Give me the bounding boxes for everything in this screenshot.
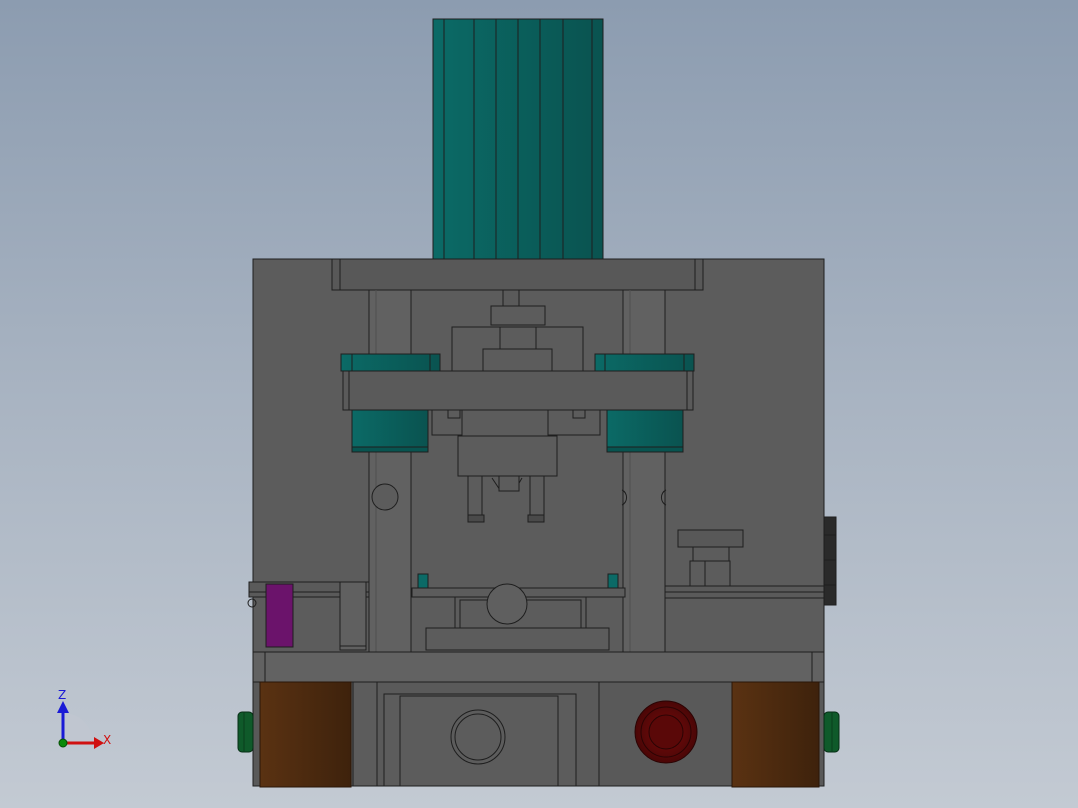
die-roller[interactable] (486, 583, 528, 625)
triad-quadrant (63, 713, 93, 743)
cad-viewport[interactable]: Z X (0, 0, 1078, 808)
bolt-head-left (371, 483, 399, 511)
left-support (339, 581, 367, 651)
brown-block-left (259, 681, 352, 788)
cross-beam[interactable] (342, 370, 694, 411)
teal-clamp-right[interactable] (594, 353, 695, 372)
guide-post-right (622, 289, 666, 653)
top-actuator-column[interactable] (432, 18, 604, 260)
teal-bushing-right (606, 409, 684, 453)
purple-block[interactable] (265, 583, 294, 648)
coordinate-triad: Z X (57, 688, 111, 749)
base-plate[interactable] (252, 651, 825, 683)
teal-clamp-left[interactable] (340, 353, 441, 372)
triad-origin (58, 738, 68, 748)
green-connector-left (237, 711, 254, 753)
guide-post-left (368, 289, 412, 653)
teal-bushing-left (351, 409, 429, 453)
x-axis-label: X (103, 733, 111, 747)
center-port[interactable] (450, 709, 506, 765)
right-rail (664, 585, 825, 599)
brown-block-right (731, 681, 820, 788)
teal-pin-right (607, 573, 619, 589)
z-axis-arrow (57, 701, 69, 713)
teal-pin-left (417, 573, 429, 589)
green-connector-right (823, 711, 840, 753)
side-connector-right (823, 516, 837, 606)
z-axis-label: Z (58, 688, 66, 702)
emergency-stop-button[interactable] (634, 700, 698, 764)
